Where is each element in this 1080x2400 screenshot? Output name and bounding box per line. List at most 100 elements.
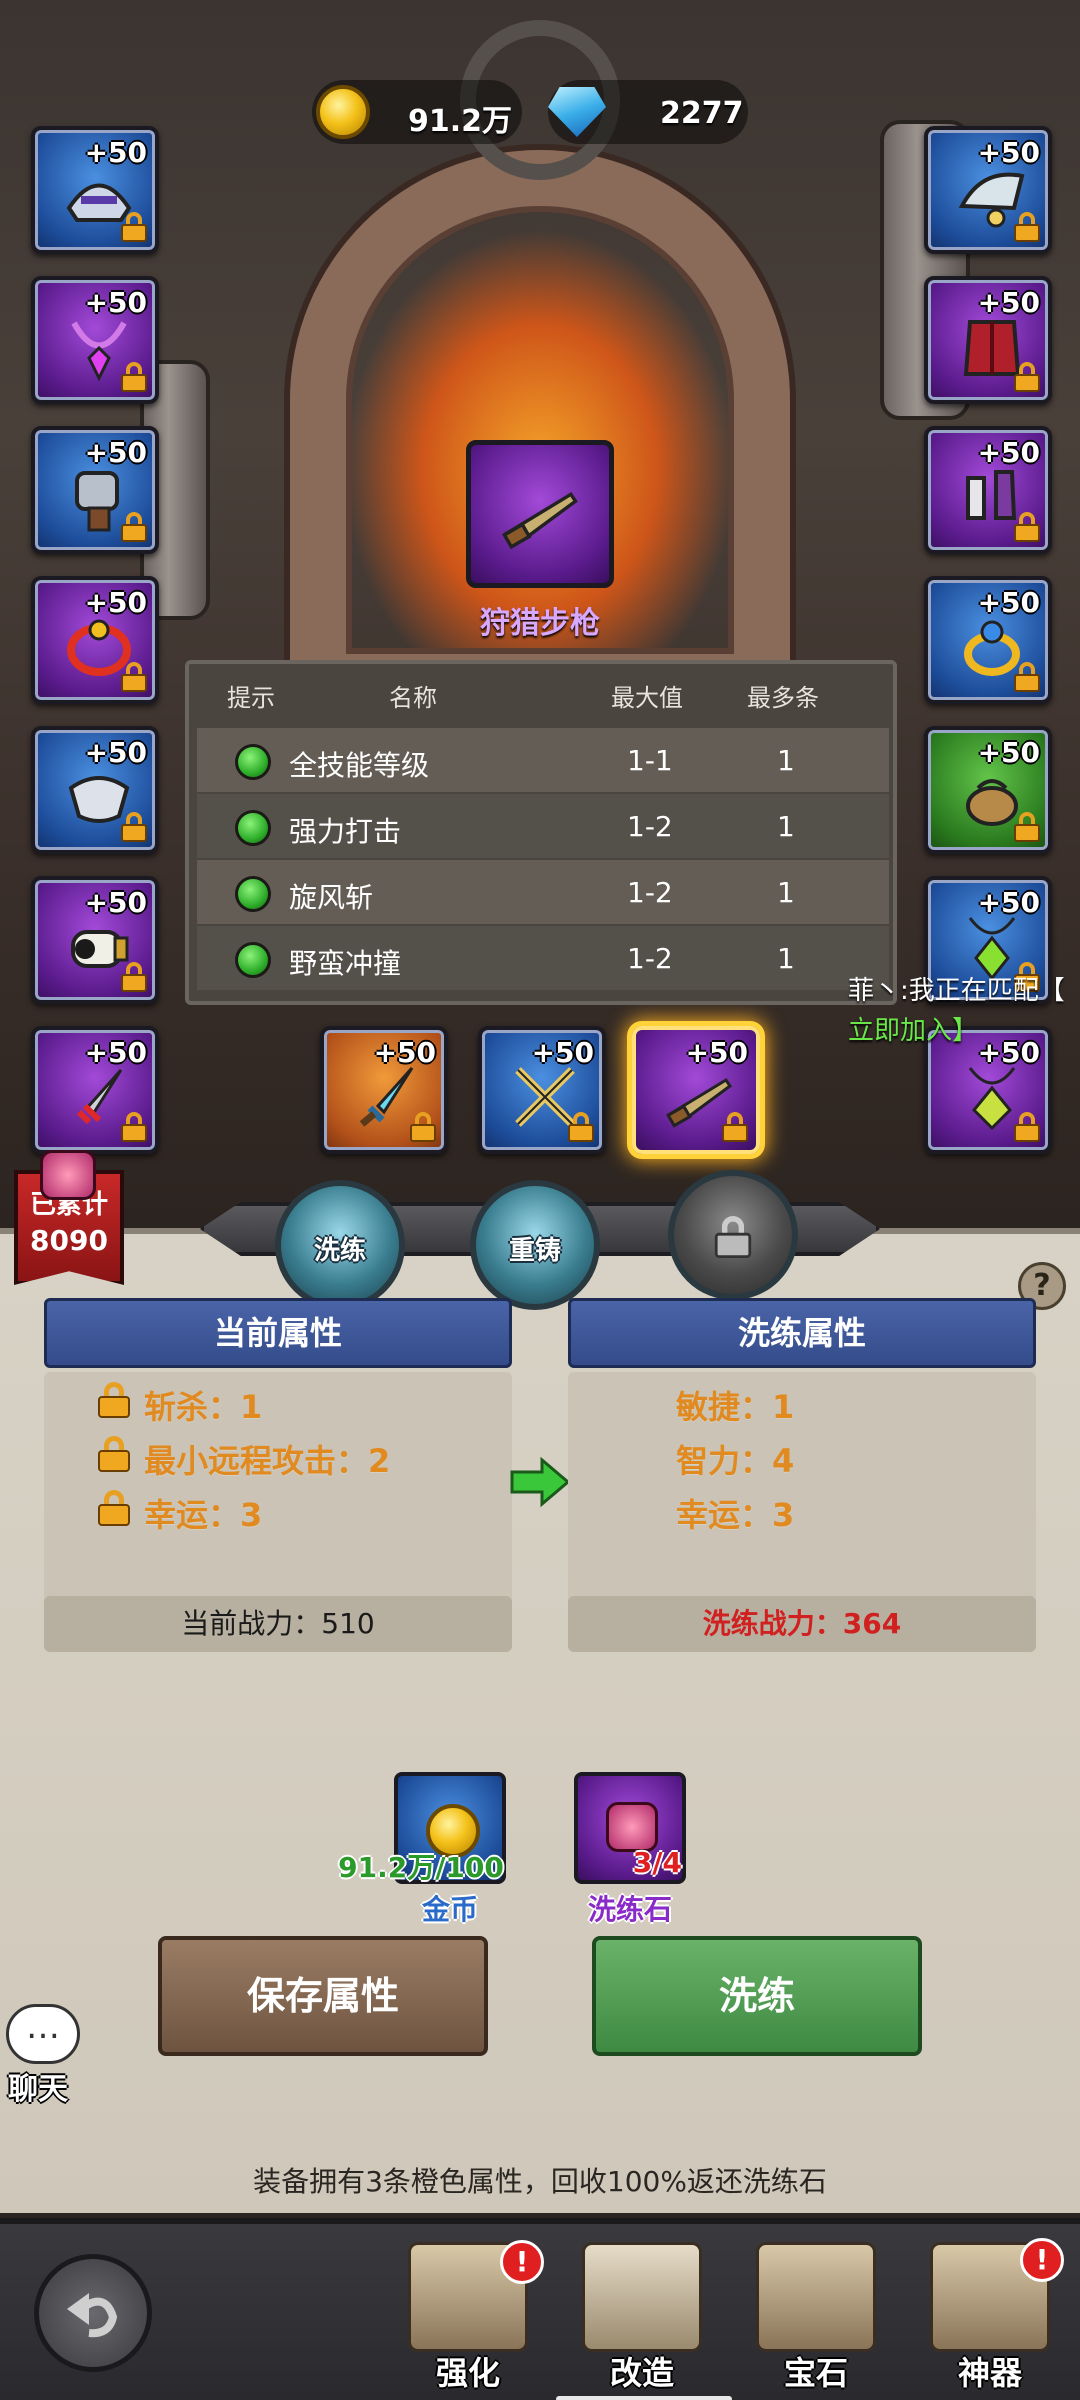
chat-button-label[interactable]: 聊天	[8, 2064, 68, 2108]
lock-icon	[121, 512, 147, 542]
equip-slot-dagger[interactable]: +50	[31, 1026, 159, 1154]
current-attr-line: 幸运：3	[144, 1496, 263, 1534]
chat-join-link[interactable]: 立即加入】	[848, 1010, 978, 1047]
refined-attrs-title: 洗练属性	[568, 1298, 1036, 1368]
slot-level: +50	[977, 286, 1040, 319]
nav-enhance-badge: !	[500, 2240, 544, 2284]
lock-icon	[722, 1112, 748, 1142]
tab-label: 洗练	[313, 1236, 366, 1266]
equip-slot-ring[interactable]: +50	[924, 576, 1052, 704]
table-header-max: 最大值	[611, 684, 683, 712]
row-count: 1	[777, 744, 795, 777]
current-power: 当前战力：510	[44, 1596, 512, 1652]
equip-slot-cannon[interactable]: +50	[31, 876, 159, 1004]
tab-refine[interactable]: 洗练	[275, 1180, 405, 1310]
equip-slot-rifle-selected[interactable]: +50	[632, 1026, 760, 1154]
lock-icon	[1014, 512, 1040, 542]
back-arrow-icon	[67, 2293, 118, 2338]
row-max: 1-2	[627, 876, 673, 909]
row-count: 1	[777, 810, 795, 843]
row-max: 1-1	[627, 744, 673, 777]
slot-level: +50	[977, 1036, 1040, 1069]
lock-icon	[568, 1112, 594, 1142]
slot-level: +50	[84, 436, 147, 469]
back-button[interactable]	[34, 2254, 152, 2372]
save-attrs-button[interactable]: 保存属性	[158, 1936, 488, 2056]
lock-icon[interactable]	[96, 1382, 132, 1420]
lock-icon	[1014, 212, 1040, 242]
equip-slot-necklace[interactable]: +50	[31, 276, 159, 404]
lock-icon	[121, 812, 147, 842]
equip-slot-shoulder[interactable]: +50	[924, 126, 1052, 254]
tab-reforge[interactable]: 重铸	[470, 1180, 600, 1310]
row-name: 强力打击	[289, 815, 402, 848]
slot-level: +50	[84, 736, 147, 769]
lock-icon	[121, 662, 147, 692]
arrow-right-icon	[510, 1456, 571, 1508]
refined-attrs-box: 敏捷：1 智力：4 幸运：3 洗练战力：364	[568, 1372, 1036, 1652]
equip-slot-chest-armor[interactable]: +50	[924, 276, 1052, 404]
slot-level: +50	[977, 886, 1040, 919]
row-count: 1	[777, 876, 795, 909]
table-row: 全技能等级 1-1 1	[197, 728, 889, 792]
cost-gold-amount: 91.2万/100	[338, 1851, 504, 1884]
current-attrs-box: 斩杀：1 最小远程攻击：2 幸运：3 当前战力：510	[44, 1372, 512, 1652]
equip-slot-pouch[interactable]: +50	[924, 726, 1052, 854]
nav-modify-icon[interactable]	[582, 2242, 702, 2352]
lock-icon[interactable]	[96, 1436, 132, 1474]
equip-slot-gauntlet[interactable]: +50	[31, 426, 159, 554]
nav-active-indicator	[556, 2396, 732, 2400]
current-attrs-title: 当前属性	[44, 1298, 512, 1368]
nav-enhance-label[interactable]: 强化	[398, 2348, 538, 2394]
equip-slot-helmet[interactable]: +50	[31, 126, 159, 254]
equip-slot-crossed-swords[interactable]: +50	[478, 1026, 606, 1154]
nav-gem-label[interactable]: 宝石	[746, 2348, 886, 2394]
green-dot-icon	[235, 942, 271, 978]
lock-icon	[1014, 1112, 1040, 1142]
gold-coin-icon	[316, 85, 370, 139]
lock-icon	[1014, 362, 1040, 392]
gold-display: 91.2万	[312, 80, 522, 144]
cost-stone-label: 洗练石	[587, 1893, 672, 1926]
lock-icon	[121, 962, 147, 992]
row-name: 野蛮冲撞	[289, 947, 402, 980]
slot-level: +50	[977, 436, 1040, 469]
table-row: 强力打击 1-2 1	[197, 794, 889, 858]
refined-power: 洗练战力：364	[568, 1596, 1036, 1652]
refine-button[interactable]: 洗练	[592, 1936, 922, 2056]
row-max: 1-2	[627, 942, 673, 975]
tab-label: 重铸	[508, 1236, 561, 1266]
lock-icon	[121, 1112, 147, 1142]
slot-level: +50	[977, 736, 1040, 769]
table-row: 野蛮冲撞 1-2 1	[197, 926, 889, 990]
slot-level: +50	[977, 136, 1040, 169]
row-name: 旋风斩	[289, 881, 374, 914]
slot-level: +50	[84, 1036, 147, 1069]
lock-icon	[1014, 812, 1040, 842]
equip-slot-boots[interactable]: +50	[924, 426, 1052, 554]
chat-message-line[interactable]: 菲丶:我正在匹配【	[848, 970, 1065, 1007]
nav-artifact-label[interactable]: 神器	[920, 2348, 1060, 2394]
equip-slot-bracer[interactable]: +50	[31, 726, 159, 854]
lock-icon	[410, 1112, 436, 1142]
bottom-nav: ! 强化 改造 宝石 ! 神器	[0, 2218, 1080, 2400]
lock-icon	[714, 1216, 752, 1258]
attribute-pool-table: 提示 名称 最大值 最多条 全技能等级 1-1 1 强力打击 1-2 1 旋风斩…	[185, 660, 897, 1005]
chat-bubble-icon[interactable]: …	[6, 2004, 80, 2064]
nav-gem-icon[interactable]	[756, 2242, 876, 2352]
gold-amount: 91.2万	[408, 104, 513, 139]
nav-modify-label[interactable]: 改造	[572, 2348, 712, 2394]
row-name: 全技能等级	[289, 749, 430, 782]
table-header-count: 最多条	[747, 684, 819, 712]
rifle-icon	[502, 491, 578, 550]
cost-gold-label: 金币	[421, 1893, 478, 1926]
gem-amount: 2277	[660, 96, 744, 131]
refined-attr-line: 智力：4	[676, 1442, 795, 1480]
table-header-name: 名称	[389, 684, 437, 712]
slot-level: +50	[84, 586, 147, 619]
lock-icon[interactable]	[96, 1490, 132, 1528]
tab-locked[interactable]	[668, 1170, 798, 1300]
equip-slot-sword[interactable]: +50	[320, 1026, 448, 1154]
equip-slot-belt[interactable]: +50	[31, 576, 159, 704]
current-attr-line: 斩杀：1	[144, 1388, 263, 1426]
